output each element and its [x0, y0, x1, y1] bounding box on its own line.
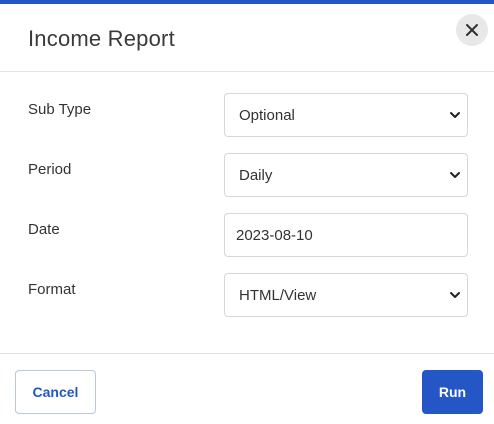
format-select[interactable]: HTML/View: [224, 273, 468, 317]
dialog-title: Income Report: [28, 26, 175, 51]
date-label: Date: [28, 221, 60, 238]
cancel-button[interactable]: Cancel: [15, 370, 96, 414]
chevron-down-icon: [450, 172, 460, 178]
format-label: Format: [28, 281, 76, 298]
chevron-down-icon: [450, 292, 460, 298]
date-input[interactable]: 2023-08-10: [224, 213, 468, 257]
sub-type-label: Sub Type: [28, 101, 92, 118]
date-value: 2023-08-10: [236, 226, 313, 244]
period-row: Period Daily: [0, 153, 494, 197]
close-button[interactable]: [456, 14, 488, 46]
sub-type-select[interactable]: Optional: [224, 93, 468, 137]
dialog-footer: Cancel Run: [0, 353, 494, 424]
period-label: Period: [28, 161, 72, 178]
period-select[interactable]: Daily: [224, 153, 468, 197]
chevron-down-icon: [450, 112, 460, 118]
sub-type-value: Optional: [239, 106, 295, 124]
date-row: Date 2023-08-10: [0, 213, 494, 257]
run-button[interactable]: Run: [422, 370, 483, 414]
format-row: Format HTML/View: [0, 273, 494, 317]
sub-type-row: Sub Type Optional: [0, 93, 494, 137]
format-value: HTML/View: [239, 286, 317, 304]
period-value: Daily: [239, 166, 273, 184]
income-report-dialog: Income Report Sub Type Optional Period D…: [0, 0, 494, 424]
close-icon: [466, 24, 478, 36]
dialog-header: Income Report: [0, 4, 494, 72]
dialog-body: Sub Type Optional Period Daily Date 2023…: [0, 72, 494, 353]
